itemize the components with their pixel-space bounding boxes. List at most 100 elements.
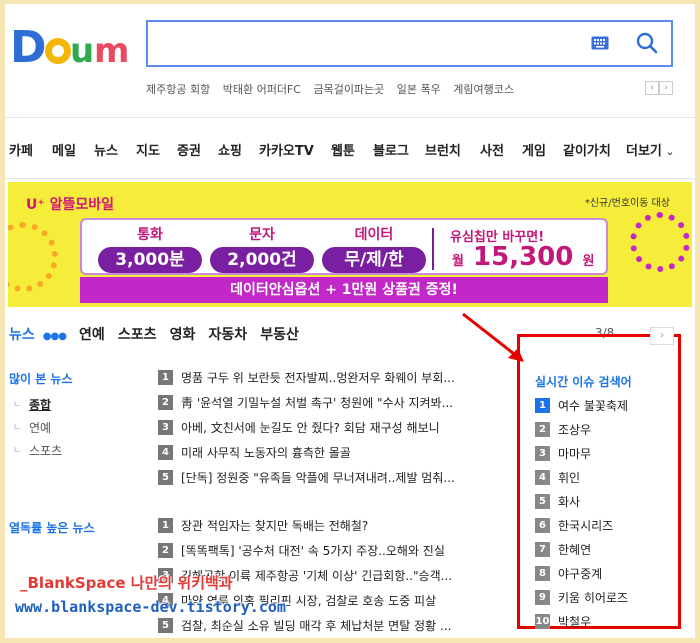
nav-game[interactable]: 게임 — [522, 140, 546, 159]
nav-brunch[interactable]: 브런치 — [425, 140, 461, 159]
headline: 장관 적임자는 찾지만 독배는 전해철? — [181, 519, 369, 533]
list-item[interactable]: 5 [단독] 정원중 "유족들 악플에 무너져내려..제발 멈춰... — [158, 465, 488, 490]
keyword: 화사 — [558, 494, 581, 509]
nav-stock[interactable]: 증권 — [177, 140, 201, 159]
realtime-item[interactable]: 8 야구중계 — [535, 561, 675, 585]
nav-together[interactable]: 같이가치 — [563, 140, 611, 159]
nav-shopping[interactable]: 쇼핑 — [218, 140, 242, 159]
headline: 검찰, 최순실 소유 빌딩 매각 후 체납처분 면탈 정황 ... — [181, 619, 452, 633]
realtime-item[interactable]: 2 조상우 — [535, 417, 675, 441]
realtime-panel: › 실시간 이슈 검색어 1 여수 불꽃축제 2 조상우 3 마마무 4 휘인 5 화사 … — [517, 327, 681, 629]
list-item[interactable]: 4 미래 사무직 노동자의 흉측한 몰골 — [158, 440, 488, 465]
ad-banner[interactable]: U⁺ 알뜰모바일 *신규/번호이동 대상 통화 3,000분 문자 2,000건… — [8, 182, 692, 307]
realtime-item[interactable]: 3 마마무 — [535, 441, 675, 465]
rank-badge: 4 — [158, 445, 173, 460]
ad-col-label: 데이터 — [354, 227, 394, 243]
headline: 미래 사무직 노동자의 흉측한 몰골 — [181, 446, 351, 460]
tab-movie[interactable]: 영화 — [170, 324, 196, 344]
ad-bottom-strip: 데이터안심옵션 + 1만원 상품권 증정! — [80, 277, 608, 303]
nav-news[interactable]: 뉴스 — [94, 140, 118, 159]
rank-badge: 9 — [535, 589, 550, 605]
realtime-item[interactable]: 7 한혜연 — [535, 537, 675, 561]
sub-tab-entertainment[interactable]: 연예 — [29, 419, 51, 436]
nav-kakaotv[interactable]: 카카오TV — [259, 140, 314, 159]
most-viewed-title[interactable]: 많이 본 뉴스 — [9, 370, 73, 387]
svg-text:u: u — [70, 31, 94, 70]
watermark-title: _BlankSpace 나만의 위키백과 — [20, 574, 233, 592]
keyword: 박철우 — [558, 614, 592, 629]
realtime-item[interactable]: 6 한국시리즈 — [535, 513, 675, 537]
nav-webtoon[interactable]: 웹툰 — [331, 140, 355, 159]
search-icon[interactable] — [635, 31, 659, 55]
sub-tab-general[interactable]: 종합 — [29, 396, 51, 413]
ad-col-data: 데이터 무/제/한 — [322, 224, 426, 273]
tab-news[interactable]: 뉴스 — [9, 324, 35, 344]
realtime-item[interactable]: 9 키움 히어로즈 — [535, 585, 675, 609]
ad-price-value: 15,300 — [473, 242, 574, 272]
nav-map[interactable]: 지도 — [136, 140, 160, 159]
list-item[interactable]: 1 장관 적임자는 찾지만 독배는 전해철? — [158, 513, 488, 538]
nav-mail[interactable]: 메일 — [52, 140, 76, 159]
headline: [똑똑팩톡] '공수처 대전' 속 5가지 주장..오해와 진실 — [181, 544, 445, 558]
chevron-right-icon[interactable]: › — [659, 81, 673, 95]
chevron-down-icon: ⌄ — [661, 145, 675, 158]
trending-keyword[interactable]: 박태환 어퍼더FC — [223, 83, 301, 96]
rank-badge: 7 — [535, 541, 550, 557]
list-item[interactable]: 1 명품 구두 위 보란듯 전자발찌..멍완저우 화웨이 부회... — [158, 365, 488, 390]
rank-badge: 1 — [535, 397, 550, 413]
ad-col-call: 통화 3,000분 — [98, 224, 202, 273]
tab-realestate[interactable]: 부동산 — [260, 324, 299, 344]
realtime-item[interactable]: 1 여수 불꽃축제 — [535, 393, 675, 417]
decor-burst — [630, 212, 690, 272]
list-item[interactable]: 3 아베, 文친서에 눈길도 안 줬다? 회담 재구성 해보니 — [158, 415, 488, 440]
trending-keyword[interactable]: 제주항공 회항 — [146, 83, 210, 96]
trending-arrows: ‹ › — [645, 81, 673, 95]
realtime-item[interactable]: 5 화사 — [535, 489, 675, 513]
ad-offer-box: 통화 3,000분 문자 2,000건 데이터 무/제/한 유심칩만 바꾸면! … — [80, 218, 608, 275]
sub-tab-sports[interactable]: 스포츠 — [29, 442, 62, 459]
headline: 명품 구두 위 보란듯 전자발찌..멍완저우 화웨이 부회... — [181, 371, 455, 385]
bullet-icon: ㄴ — [13, 446, 22, 456]
search-input[interactable] — [156, 29, 576, 59]
realtime-item[interactable]: 10 박철우 — [535, 609, 675, 633]
realtime-item[interactable]: 4 휘인 — [535, 465, 675, 489]
news-tabs: 뉴스 ●●● 연예 스포츠 영화 자동차 부동산 — [9, 324, 309, 346]
keyword: 한혜연 — [558, 542, 592, 557]
ad-col-label: 문자 — [249, 227, 275, 243]
nav-cafe[interactable]: 카페 — [9, 140, 33, 159]
ad-price: 월 15,300 원 — [452, 242, 594, 272]
chevron-left-icon[interactable]: ‹ — [645, 81, 659, 95]
nav-blog[interactable]: 블로그 — [373, 140, 409, 159]
keyword: 한국시리즈 — [558, 518, 614, 533]
tab-entertainment[interactable]: 연예 — [79, 324, 105, 344]
daum-logo[interactable]: D u m — [8, 20, 134, 70]
bullet-icon: ㄴ — [13, 423, 22, 433]
rank-badge: 5 — [535, 493, 550, 509]
chevron-right-icon[interactable]: › — [650, 327, 674, 345]
trending-keyword[interactable]: 일본 폭우 — [397, 83, 441, 96]
tab-car[interactable]: 자동차 — [209, 324, 248, 344]
tab-sports[interactable]: 스포츠 — [118, 324, 157, 344]
bullet-icon: ㄴ — [13, 400, 22, 410]
trending-keyword[interactable]: 금목걸이파는곳 — [313, 83, 384, 96]
nav-more[interactable]: 더보기 ⌄ — [626, 140, 675, 159]
list-item[interactable]: 5 검찰, 최순실 소유 빌딩 매각 후 체납처분 면탈 정황 ... — [158, 613, 488, 638]
most-viewed-list: 1 명품 구두 위 보란듯 전자발찌..멍완저우 화웨이 부회... 2 靑 '윤석… — [158, 365, 488, 490]
keyword: 야구중계 — [558, 566, 603, 581]
nav-dictionary[interactable]: 사전 — [480, 140, 504, 159]
rank-badge: 3 — [158, 420, 173, 435]
rank-badge: 10 — [535, 613, 550, 629]
rank-badge: 5 — [158, 618, 173, 633]
keyboard-icon[interactable] — [591, 36, 609, 50]
ad-col-value: 2,000건 — [210, 247, 314, 273]
trending-keyword[interactable]: 계림여행코스 — [453, 83, 514, 96]
rank-badge: 3 — [535, 445, 550, 461]
ad-col-value: 무/제/한 — [322, 247, 426, 273]
realtime-list: 1 여수 불꽃축제 2 조상우 3 마마무 4 휘인 5 화사 6 한국시리즈 7 한혜연 8… — [535, 393, 675, 633]
keyword: 조상우 — [558, 422, 592, 437]
list-item[interactable]: 2 靑 '윤석열 기밀누설 처벌 촉구' 청원에 "수사 지켜봐... — [158, 390, 488, 415]
hot-news-title[interactable]: 열독률 높은 뉴스 — [9, 519, 95, 536]
list-item[interactable]: 2 [똑똑팩톡] '공수처 대전' 속 5가지 주장..오해와 진실 — [158, 538, 488, 563]
realtime-title: 실시간 이슈 검색어 — [535, 375, 632, 389]
global-nav: 카페 메일 뉴스 지도 증권 쇼핑 카카오TV 웹툰 블로그 브런치 사전 게임… — [5, 117, 695, 179]
